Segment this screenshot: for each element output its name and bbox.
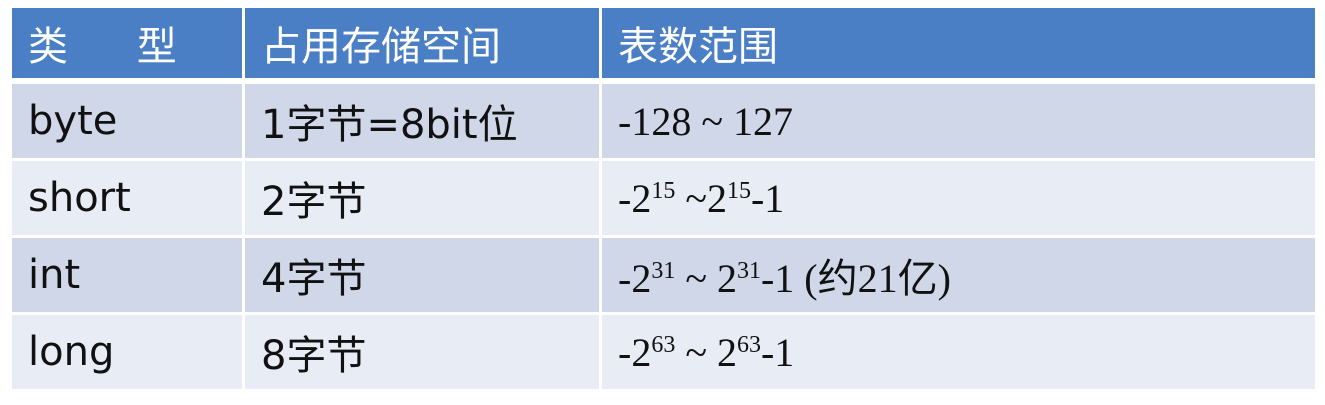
range-max-tail: -1 (760, 329, 795, 375)
cell-type: byte (12, 84, 245, 161)
cell-storage: 2字节 (245, 161, 602, 238)
cell-storage: 1字节=8bit位 (245, 84, 602, 161)
range-min-exponent: 63 (651, 331, 676, 358)
cell-storage: 4字节 (245, 238, 602, 315)
cell-type: long (12, 315, 245, 392)
header-storage: 占用存储空间 (245, 8, 602, 84)
table-row-long: long 8字节 -263 ~ 263-1 (12, 315, 1315, 392)
range-separator: ~2 (675, 175, 727, 221)
range-min-base: -2 (618, 256, 652, 301)
slide: 类 型 占用存储空间 表数范围 byte 1字节=8bit位 -128 ~ 12… (0, 0, 1325, 405)
range-min-base: -2 (618, 329, 652, 375)
range-max-tail: -1 (760, 256, 795, 301)
cell-type: short (12, 161, 245, 238)
range-max-exponent: 63 (736, 331, 761, 358)
range-separator: ~ 2 (675, 329, 737, 375)
cell-range: -231 ~ 231-1 (约21亿) (602, 238, 1315, 315)
integer-types-table: 类 型 占用存储空间 表数范围 byte 1字节=8bit位 -128 ~ 12… (12, 8, 1315, 392)
cell-type: int (12, 238, 245, 315)
range-min-exponent: 15 (651, 177, 676, 204)
header-type: 类 型 (12, 8, 245, 84)
range-min-exponent: 31 (651, 258, 676, 284)
table-row-byte: byte 1字节=8bit位 -128 ~ 127 (12, 84, 1315, 161)
range-note: (约21亿) (794, 256, 951, 301)
range-max-exponent: 31 (736, 258, 761, 284)
table-header-row: 类 型 占用存储空间 表数范围 (12, 8, 1315, 84)
cell-range: -128 ~ 127 (602, 84, 1315, 161)
table-row-short: short 2字节 -215 ~215-1 (12, 161, 1315, 238)
cell-storage: 8字节 (245, 315, 602, 392)
header-range: 表数范围 (602, 8, 1315, 84)
range-max-tail: -1 (750, 175, 785, 221)
table-row-int: int 4字节 -231 ~ 231-1 (约21亿) (12, 238, 1315, 315)
cell-range: -263 ~ 263-1 (602, 315, 1315, 392)
range-separator: ~ 2 (675, 256, 737, 301)
cell-range: -215 ~215-1 (602, 161, 1315, 238)
range-max-exponent: 15 (726, 177, 751, 204)
range-min-base: -2 (618, 175, 652, 221)
